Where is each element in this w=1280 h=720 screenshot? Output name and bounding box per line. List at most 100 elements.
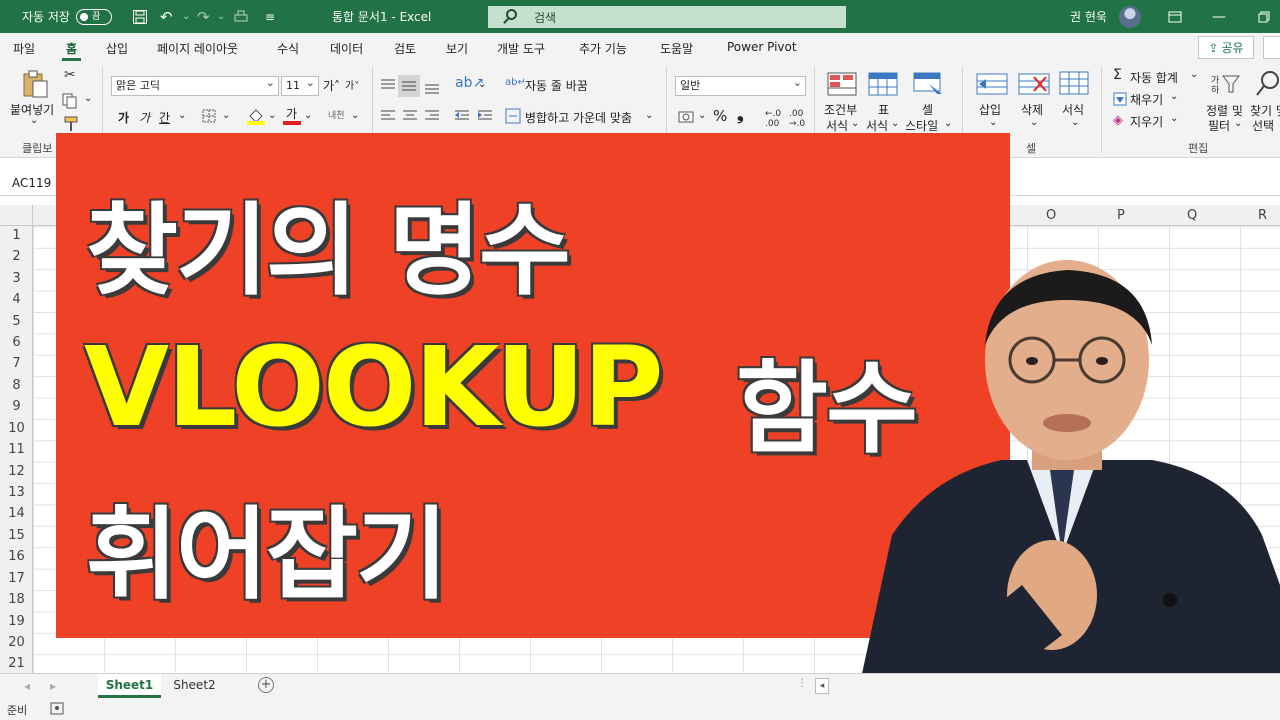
cell-styles-icon[interactable] [913,72,945,99]
row-header[interactable]: 17 [0,571,33,586]
accessibility-icon[interactable] [50,702,64,718]
fill-color-dropdown-icon[interactable]: ⌄ [268,110,276,121]
hscroll-left-icon[interactable]: ◂ [815,678,829,694]
format-cells-label[interactable]: 서식 [1062,101,1084,118]
avatar[interactable] [1119,0,1141,33]
format-as-table-label-2[interactable]: 서식 [866,117,888,134]
row-header[interactable]: 11 [0,442,33,457]
delete-dropdown-icon[interactable]: ⌄ [1030,117,1038,128]
sheet-tab-sheet2[interactable]: Sheet2 [163,674,226,698]
row-header[interactable]: 1 [0,228,33,243]
comma-style-button[interactable]: ❟ [737,105,744,125]
accounting-format-icon[interactable] [678,110,694,127]
shrink-font-button[interactable]: 가˅ [345,77,359,92]
clear-icon[interactable]: ◈ [1113,113,1123,128]
number-format-select[interactable]: 일반 [675,74,806,96]
row-header[interactable]: 3 [0,271,33,286]
table-dropdown-icon[interactable]: ⌄ [891,118,899,129]
row-header[interactable]: 20 [0,635,33,650]
add-sheet-icon[interactable]: + [258,677,274,693]
delete-cells-label[interactable]: 삭제 [1021,101,1043,118]
insert-cells-icon[interactable] [976,73,1008,98]
redo-icon[interactable]: ↷ [197,0,210,33]
save-icon[interactable] [132,0,148,33]
row-header[interactable]: 9 [0,399,33,414]
column-header-R[interactable]: R [1258,208,1267,223]
find-select-label-2[interactable]: 선택 [1252,117,1274,134]
fill-button[interactable]: 채우기 [1130,91,1163,108]
row-header[interactable]: 4 [0,292,33,307]
orientation-dropdown-icon[interactable]: ⌄ [478,79,486,90]
tab-view[interactable]: 보기 [446,40,468,57]
clear-button[interactable]: 지우기 [1130,113,1163,130]
autosave-toggle[interactable]: 끔 [75,8,112,25]
format-dropdown-icon[interactable]: ⌄ [1071,117,1079,128]
fill-dropdown-icon[interactable]: ⌄ [1170,91,1178,102]
tab-data[interactable]: 데이터 [330,40,363,57]
row-header[interactable]: 12 [0,464,33,479]
font-color-icon[interactable]: 가 [283,106,301,128]
sort-filter-label-2[interactable]: 필터 [1208,117,1230,134]
cell-styles-label[interactable]: 셀 [922,101,933,118]
insert-dropdown-icon[interactable]: ⌄ [989,117,997,128]
customize-qat-icon[interactable]: ≡ [265,0,275,33]
ribbon-display-icon[interactable] [1168,0,1182,33]
row-header[interactable]: 2 [0,249,33,264]
select-all-corner[interactable] [0,205,33,226]
tab-formulas[interactable]: 수식 [277,40,299,57]
align-right-icon[interactable] [424,109,440,126]
share-button[interactable]: ⇪ 공유 [1198,36,1254,59]
align-left-icon[interactable] [380,109,396,126]
cut-icon[interactable]: ✂ [64,67,76,83]
tab-split-handle[interactable]: ⋮ [797,678,807,689]
row-header[interactable]: 16 [0,549,33,564]
tab-page-layout[interactable]: 페이지 레이아웃 [157,40,238,57]
redo-dropdown-icon[interactable]: ⌄ [217,0,225,33]
conditional-formatting-label-2[interactable]: 서식 [826,117,848,134]
paste-dropdown-icon[interactable]: ⌄ [30,115,38,126]
grow-font-button[interactable]: 가˄ [323,77,340,94]
row-header[interactable]: 10 [0,421,33,436]
tab-home[interactable]: 홈 [61,40,82,61]
undo-dropdown-icon[interactable]: ⌄ [182,0,190,33]
row-header[interactable]: 15 [0,528,33,543]
autosum-icon[interactable]: Σ [1113,67,1122,83]
name-box[interactable]: AC119 [0,172,58,194]
fill-icon[interactable] [1113,92,1127,109]
row-header[interactable]: 13 [0,485,33,500]
border-icon[interactable] [202,109,216,126]
format-as-table-label[interactable]: 표 [878,101,889,118]
autosave-control[interactable]: 자동 저장 끔 [22,0,112,33]
align-top-icon[interactable] [380,79,396,96]
format-cells-icon[interactable] [1059,71,1089,98]
row-header[interactable]: 19 [0,614,33,629]
paste-icon[interactable] [21,69,49,102]
row-header[interactable]: 14 [0,506,33,521]
insert-cells-label[interactable]: 삽입 [979,101,1001,118]
tab-help[interactable]: 도움말 [660,40,693,57]
align-bottom-icon[interactable] [424,79,440,98]
format-as-table-icon[interactable] [868,72,898,99]
bold-button[interactable]: 가 [118,109,129,126]
search-box[interactable]: 검색 [488,6,846,28]
minimize-icon[interactable]: — [1212,0,1226,33]
clear-dropdown-icon[interactable]: ⌄ [1170,113,1178,124]
column-header-Q[interactable]: Q [1187,208,1197,223]
row-header[interactable]: 21 [0,656,33,671]
accounting-dropdown-icon[interactable]: ⌄ [698,110,706,121]
scroll-left-icon[interactable]: ◂ [24,679,30,693]
decrease-indent-icon[interactable] [454,109,470,126]
align-center-icon[interactable] [402,109,418,126]
scroll-right-icon[interactable]: ▸ [50,679,56,693]
cell-styles-dropdown-icon[interactable]: ⌄ [944,118,952,129]
wrap-text-button[interactable]: 자동 줄 바꿈 [525,77,588,94]
align-middle-icon[interactable] [398,75,420,97]
sort-filter-icon[interactable]: 가하 [1211,73,1241,98]
merge-center-button[interactable]: 병합하고 가운데 맞춤 [525,109,632,126]
sheet-tab-sheet1[interactable]: Sheet1 [98,674,161,698]
row-header[interactable]: 6 [0,335,33,350]
row-header[interactable]: 18 [0,592,33,607]
row-header[interactable]: 5 [0,314,33,329]
font-size-select[interactable]: 11 [281,74,319,96]
font-name-select[interactable]: 맑은 고딕 [111,74,279,96]
